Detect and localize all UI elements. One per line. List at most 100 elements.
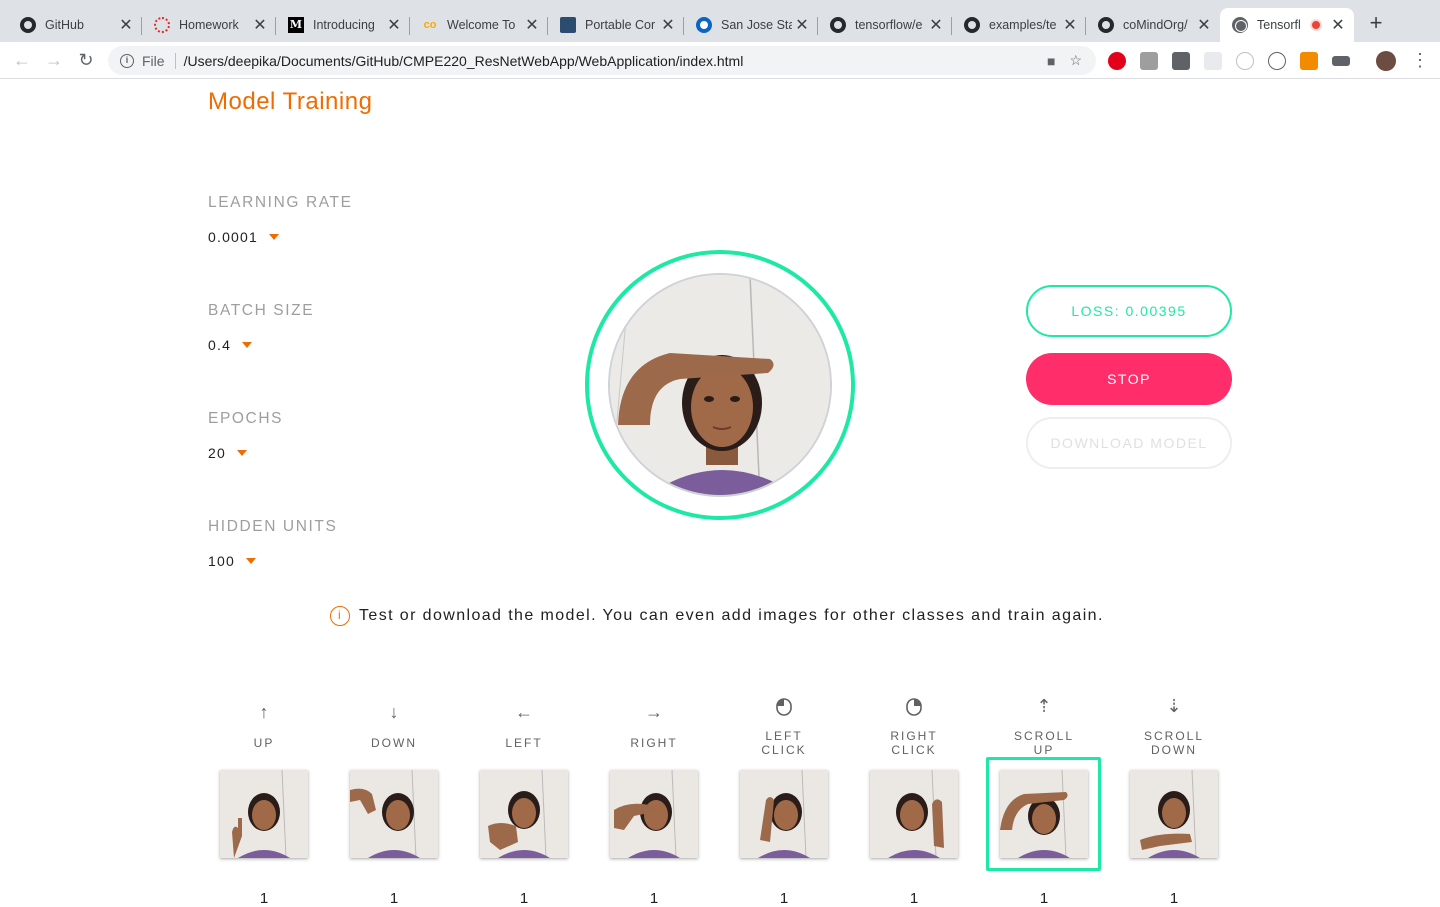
class-label-line: RIGHT [890,729,938,743]
class-count: 1 [779,890,789,907]
hyperparam-hidden-units: HIDDEN UNITS 100 [208,518,337,569]
tab-introducing[interactable]: M Introducing ✕ [276,8,410,42]
k-extension-icon[interactable] [1140,52,1158,70]
hyperparam-epochs: EPOCHS 20 [208,410,283,461]
grid-extension-icon[interactable] [1204,52,1222,70]
megaphone-extension-icon[interactable] [1300,52,1318,70]
close-icon[interactable]: ✕ [1328,15,1348,35]
profile-avatar[interactable] [1376,51,1396,71]
class-label: RIGHT CLICK [859,729,969,757]
address-bar[interactable]: i File /Users/deepika/Documents/GitHub/C… [108,46,1096,75]
camera-icon[interactable]: ■ [1047,53,1055,69]
more-menu-icon[interactable]: ⋮ [1411,50,1429,72]
class-thumbnail[interactable] [1130,770,1218,858]
thumbnail-image [480,770,568,858]
close-icon[interactable]: ✕ [116,15,136,35]
facebook-extension-icon[interactable] [1172,52,1190,70]
class-label: SCROLL DOWN [1119,729,1229,757]
arrow-left-icon: ← [515,702,533,722]
hyperparam-label: EPOCHS [208,410,284,427]
close-icon[interactable]: ✕ [384,15,404,35]
tab-welcome[interactable]: co Welcome To ✕ [410,8,548,42]
w-extension-icon[interactable] [1332,56,1350,66]
class-label-line: CLICK [761,743,807,757]
hyperparam-learning-rate: LEARNING RATE 0.0001 [208,194,353,245]
tab-tensorflow-examples[interactable]: tensorflow/e ✕ [818,8,952,42]
stop-button[interactable]: STOP [1026,353,1232,405]
dropdown-value: 0.0001 [208,229,259,245]
class-thumbnail[interactable] [1000,770,1088,858]
arrow-up-icon: ↑ [259,702,269,722]
recording-icon [1310,19,1322,31]
tab-title: San Jose Sta [721,18,792,32]
url-scheme: File [142,52,165,69]
close-icon[interactable]: ✕ [250,15,270,35]
class-label: RIGHT [630,736,678,750]
download-model-button[interactable]: DOWNLOAD MODEL [1026,417,1232,469]
learning-rate-dropdown[interactable]: 0.0001 [208,229,353,245]
scroll-up-icon: ⇡ [1036,696,1052,716]
tab-examples[interactable]: examples/te ✕ [952,8,1086,42]
github-icon [1098,17,1114,33]
hyperparam-label: LEARNING RATE [208,194,353,211]
url-text[interactable]: /Users/deepika/Documents/GitHub/CMPE220_… [184,53,1047,69]
new-tab-button[interactable]: + [1365,12,1387,34]
caret-down-icon [245,558,256,564]
info-icon[interactable]: i [120,53,134,68]
tab-tensorflow-active[interactable]: Tensorfl ✕ [1220,8,1354,42]
caret-down-icon [236,450,247,456]
globe-icon [1232,17,1248,33]
hyperparam-label: HIDDEN UNITS [208,518,338,535]
tab-title: Tensorfl [1257,18,1301,32]
dropdown-value: 100 [208,553,235,569]
loss-indicator: LOSS: 0.00395 [1026,285,1232,337]
webcam-preview [608,273,832,497]
class-label: UP [253,736,275,750]
mouse-right-icon [859,698,969,721]
status-text: Test or download the model. You can even… [359,607,1104,624]
tab-title: GitHub [45,18,84,32]
tab-homework[interactable]: Homework ✕ [142,8,276,42]
tab-title: tensorflow/e [855,18,923,32]
forward-button[interactable]: → [42,48,66,72]
close-icon[interactable]: ✕ [926,15,946,35]
dropdown-value: 0.4 [208,337,232,353]
class-count: 1 [1169,890,1179,907]
back-button[interactable]: ← [10,48,34,72]
batch-size-dropdown[interactable]: 0.4 [208,337,314,353]
caret-down-icon [269,234,280,240]
divider [174,52,176,69]
circle-extension-icon[interactable] [1236,52,1254,70]
tab-title: Homework [179,18,239,32]
hidden-units-dropdown[interactable]: 100 [208,553,337,569]
close-icon[interactable]: ✕ [658,15,678,35]
browser-tab-strip: GitHub ✕ Homework ✕ M Introducing ✕ co W… [0,0,1440,42]
sjsu-icon [696,17,712,33]
tab-comindorg[interactable]: coMindOrg/ ✕ [1086,8,1220,42]
class-thumbnail[interactable] [220,770,308,858]
webcam-frame [610,275,830,495]
opera-extension-icon[interactable] [1108,52,1126,70]
class-thumbnail[interactable] [350,770,438,858]
class-label-line: UP [1033,743,1055,757]
class-thumbnail[interactable] [610,770,698,858]
tab-title: coMindOrg/ [1123,18,1188,32]
class-label: LEFT CLICK [729,729,839,757]
tab-title: Welcome To [447,18,516,32]
a-extension-icon[interactable] [1268,52,1286,70]
close-icon[interactable]: ✕ [1194,15,1214,35]
browser-toolbar: ← → ↻ i File /Users/deepika/Documents/Gi… [0,42,1440,79]
class-thumbnail[interactable] [870,770,958,858]
epochs-dropdown[interactable]: 20 [208,445,283,461]
close-icon[interactable]: ✕ [1060,15,1080,35]
reload-button[interactable]: ↻ [74,48,98,72]
class-thumbnail[interactable] [480,770,568,858]
star-icon[interactable]: ☆ [1069,52,1082,69]
close-icon[interactable]: ✕ [522,15,542,35]
class-thumbnail[interactable] [740,770,828,858]
close-icon[interactable]: ✕ [792,15,812,35]
tab-github[interactable]: GitHub ✕ [8,8,142,42]
class-label-line: LEFT [765,729,803,743]
tab-sanjose[interactable]: San Jose Sta ✕ [684,8,818,42]
tab-portable[interactable]: Portable Cor ✕ [548,8,684,42]
